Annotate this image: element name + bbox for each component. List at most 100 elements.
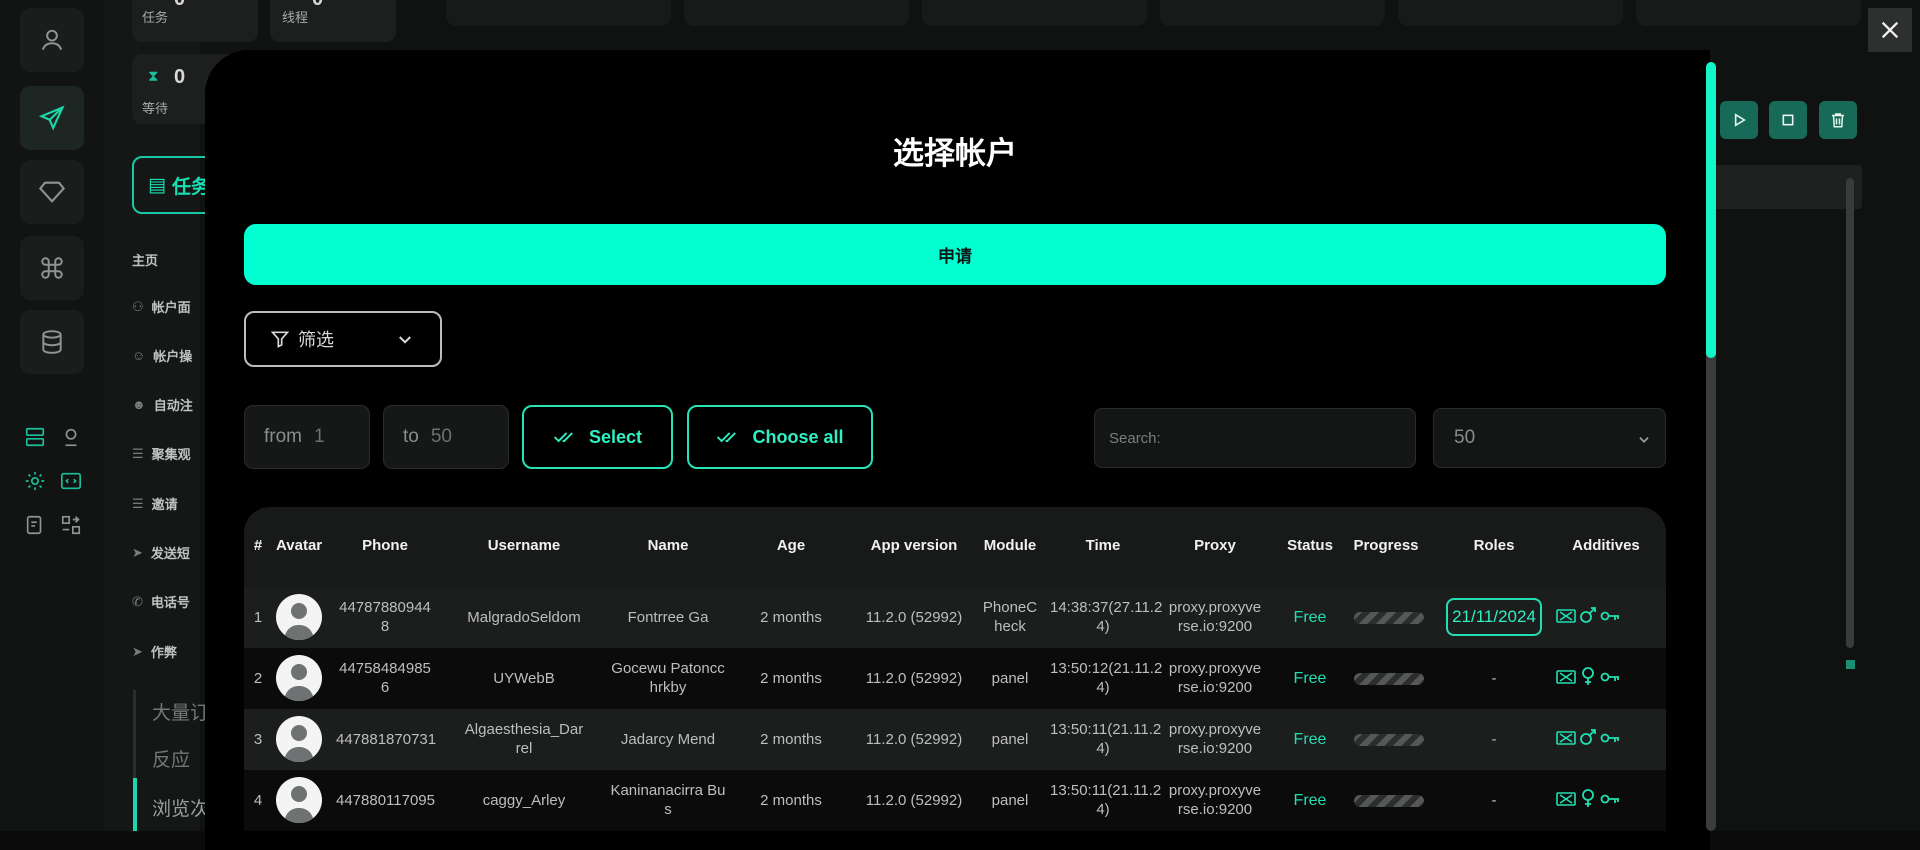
- hourglass-icon: ⧗: [148, 68, 159, 85]
- checklist-icon[interactable]: [22, 512, 48, 538]
- select-button[interactable]: Select: [522, 405, 673, 469]
- table-row[interactable]: 4447880117095caggy_ArleyKaninanacirra Bu…: [244, 770, 1666, 831]
- column-header[interactable]: #: [250, 537, 266, 554]
- stat-label: 任务: [142, 7, 168, 26]
- close-button[interactable]: [1868, 8, 1912, 52]
- top-card: [446, 0, 671, 26]
- stat-card-threads: 0 线程: [270, 0, 396, 42]
- sidebar-item-0[interactable]: ⚇帐户面: [132, 297, 191, 316]
- column-header[interactable]: App version: [854, 537, 974, 554]
- cell-time: 13:50:11(21.11.24): [1050, 781, 1156, 819]
- sidebar-item-7[interactable]: ➤作弊: [132, 642, 177, 661]
- stat-value: 0: [174, 66, 185, 89]
- key-icon: [1600, 671, 1620, 683]
- apply-button[interactable]: 申请: [244, 224, 1666, 285]
- user-icon: [39, 27, 65, 53]
- background-scrollbar[interactable]: [1846, 178, 1854, 648]
- database-nav-button[interactable]: [20, 310, 84, 374]
- range-from-label: from: [264, 426, 302, 448]
- column-header[interactable]: Module: [972, 537, 1048, 554]
- table-row[interactable]: 2447584849856UYWebBGocewu Patoncchrkby2 …: [244, 648, 1666, 709]
- cell-name: Fontrree Ga: [600, 608, 736, 627]
- submenu-item[interactable]: 大量订: [152, 698, 209, 725]
- gear-icon[interactable]: [22, 468, 48, 494]
- background-checkbox[interactable]: [1846, 660, 1855, 669]
- page-size-select[interactable]: 50: [1433, 408, 1666, 468]
- sidebar-item-3[interactable]: ☰聚集观: [132, 444, 191, 463]
- progress-bar: [1354, 612, 1424, 624]
- sidebar-item-6[interactable]: ✆电话号: [132, 592, 190, 611]
- sidebar-item-2[interactable]: ☻自动注: [132, 395, 193, 414]
- column-header[interactable]: Status: [1278, 537, 1342, 554]
- close-icon: [1879, 19, 1901, 41]
- column-header[interactable]: Roles: [1434, 537, 1554, 554]
- section-heading: 主页: [132, 250, 158, 269]
- database-icon: [39, 329, 65, 355]
- table-row[interactable]: 3447881870731Algaesthesia_DarrelJadarcy …: [244, 709, 1666, 770]
- cell-text: Jadarcy Mend: [600, 730, 736, 749]
- key-icon: [1600, 610, 1620, 622]
- play-icon: [1731, 112, 1747, 128]
- search-placeholder: Search:: [1109, 430, 1161, 447]
- cell-text: heck: [972, 617, 1048, 636]
- transfer-icon[interactable]: [58, 512, 84, 538]
- column-header[interactable]: Avatar: [276, 537, 322, 554]
- column-header[interactable]: Username: [456, 537, 592, 554]
- trash-icon: [1829, 111, 1847, 129]
- cell-time: 13:50:11(21.11.24): [1050, 720, 1156, 758]
- cell-status: Free: [1278, 608, 1342, 627]
- icon-rail: [0, 0, 104, 831]
- range-to-input[interactable]: to 50: [383, 405, 509, 469]
- command-nav-button[interactable]: [20, 236, 84, 300]
- cell-text: 4): [1050, 800, 1156, 819]
- cell-text: proxy.proxyve: [1160, 659, 1270, 678]
- invite-icon: ☰: [132, 496, 144, 512]
- profile-nav-button[interactable]: [20, 8, 84, 72]
- command-icon: [39, 255, 65, 281]
- cell-username: Algaesthesia_Darrel: [456, 720, 592, 758]
- submenu-active-indicator: [133, 778, 137, 831]
- cell-text: 6: [336, 678, 434, 697]
- cell-text: 11.2.0 (52992): [854, 669, 974, 688]
- sidebar-item-label: 自动注: [154, 395, 193, 414]
- role-badge[interactable]: 21/11/2024: [1446, 598, 1542, 636]
- column-header[interactable]: Phone: [336, 537, 434, 554]
- cell-text: Gocewu Patoncc: [600, 659, 736, 678]
- code-window-icon[interactable]: [58, 468, 84, 494]
- sidebar-item-5[interactable]: ➤发送短: [132, 543, 190, 562]
- column-header[interactable]: Time: [1050, 537, 1156, 554]
- table-row[interactable]: 1447878809448MalgradoSeldomFontrree Ga2 …: [244, 587, 1666, 648]
- sidebar-item-1[interactable]: ☺帐户操: [132, 346, 192, 365]
- user-pin-icon[interactable]: [58, 424, 84, 450]
- column-header[interactable]: Proxy: [1160, 537, 1270, 554]
- submenu-item-active[interactable]: 浏览次: [152, 794, 209, 821]
- column-header[interactable]: Additives: [1556, 537, 1656, 554]
- sidebar-item-4[interactable]: ☰邀请: [132, 494, 178, 513]
- cell-text: PhoneC: [972, 598, 1048, 617]
- cell-num: 3: [250, 730, 266, 749]
- role-empty: -: [1434, 730, 1554, 749]
- search-input[interactable]: Search:: [1094, 408, 1416, 468]
- cell-text: rse.io:9200: [1160, 617, 1270, 636]
- double-check-icon: [553, 429, 577, 445]
- cell-module: panel: [972, 730, 1048, 749]
- column-header[interactable]: Name: [600, 537, 736, 554]
- server-list-icon[interactable]: [22, 424, 48, 450]
- top-card: [922, 0, 1147, 26]
- filter-dropdown[interactable]: 筛选: [244, 311, 442, 367]
- cell-text: 14:38:37(27.11.2: [1050, 598, 1156, 617]
- choose-all-button[interactable]: Choose all: [687, 405, 873, 469]
- phone-icon: ✆: [132, 594, 143, 610]
- avatar: [276, 777, 322, 823]
- user-list-icon: ☰: [132, 446, 144, 462]
- female-gender-icon: [1579, 667, 1597, 687]
- sidebar-item-label: 帐户操: [153, 346, 192, 365]
- range-from-input[interactable]: from 1: [244, 405, 370, 469]
- column-header[interactable]: Age: [744, 537, 838, 554]
- modal-scrollbar-thumb[interactable]: [1706, 62, 1716, 358]
- submenu-item[interactable]: 反应: [152, 745, 190, 772]
- top-card: [1636, 0, 1861, 26]
- chevron-down-icon: [396, 331, 414, 349]
- column-header[interactable]: Progress: [1344, 537, 1428, 554]
- progress-bar: [1354, 734, 1424, 746]
